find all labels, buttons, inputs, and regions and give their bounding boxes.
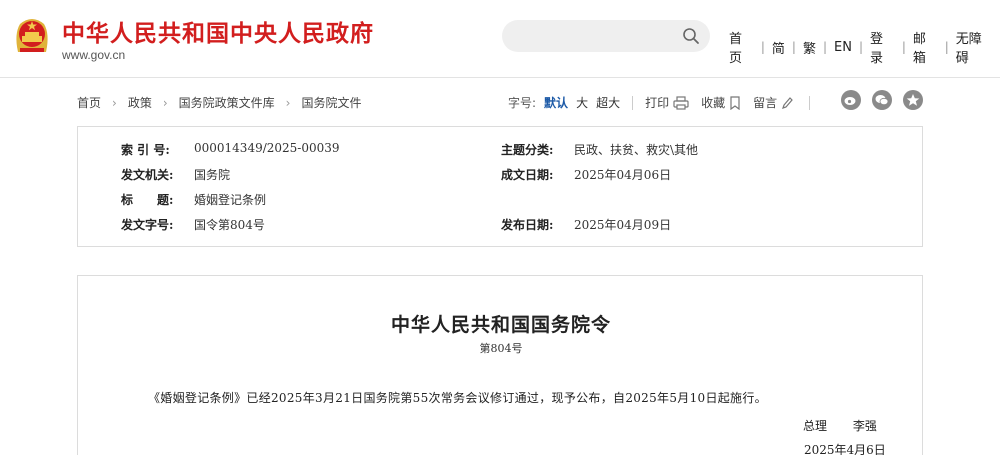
chevron-right-icon: › <box>285 95 291 110</box>
doc-number-value: 国令第804号 <box>194 218 265 232</box>
breadcrumb-policy-library[interactable]: 国务院政策文件库 <box>179 94 275 111</box>
category-label: 主题分类: <box>501 143 554 157</box>
font-size-large[interactable]: 大 <box>576 94 588 111</box>
pencil-icon <box>782 96 793 109</box>
site-header: 中华人民共和国中央人民政府 www.gov.cn 首页 | 简 | 繁 | EN… <box>0 0 1000 78</box>
written-date-value: 2025年04月06日 <box>574 168 672 182</box>
nav-mail[interactable]: 邮箱 <box>906 28 945 66</box>
breadcrumb-home[interactable]: 首页 <box>77 94 101 111</box>
search-icon[interactable] <box>682 27 700 45</box>
weibo-icon[interactable] <box>841 90 861 110</box>
signature-date: 2025年4月6日 <box>804 443 886 455</box>
printer-icon <box>673 95 689 110</box>
nav-english[interactable]: EN <box>827 40 859 55</box>
document-number: 第804号 <box>479 342 523 355</box>
index-label: 索 引 号: <box>121 143 170 157</box>
title-value: 婚姻登记条例 <box>194 193 267 207</box>
chevron-right-icon: › <box>162 95 168 110</box>
breadcrumb: 首页 › 政策 › 国务院政策文件库 › 国务院文件 <box>77 94 362 111</box>
nav-simplified[interactable]: 简 <box>765 38 792 57</box>
chevron-right-icon: › <box>112 95 117 110</box>
nav-login[interactable]: 登录 <box>863 28 902 66</box>
qzone-icon[interactable] <box>903 90 923 110</box>
breadcrumb-bar: 首页 › 政策 › 国务院政策文件库 › 国务院文件 字号: 默认 大 超大 打… <box>77 90 923 114</box>
signature-block: 总理 李强 <box>803 417 877 434</box>
nav-accessibility[interactable]: 无障碍 <box>949 28 1000 66</box>
nav-home[interactable]: 首页 <box>722 28 761 66</box>
share-buttons <box>830 90 923 110</box>
bookmark-icon <box>730 95 740 110</box>
doc-number-label: 发文字号: <box>121 218 174 232</box>
published-date-label: 发布日期: <box>501 218 554 232</box>
top-nav: 首页 | 简 | 繁 | EN | 登录 | 邮箱 | 无障碍 <box>722 28 1000 66</box>
wechat-icon[interactable] <box>872 90 892 110</box>
divider <box>632 95 634 110</box>
divider <box>809 95 811 110</box>
site-url: www.gov.cn <box>62 48 126 62</box>
national-emblem-icon[interactable] <box>12 12 52 56</box>
font-size-default[interactable]: 默认 <box>544 94 568 111</box>
metadata-row: 发文字号: 国令第804号 发布日期: 2025年04月09日 <box>78 216 924 240</box>
comment-button[interactable]: 留言 <box>753 94 793 111</box>
metadata-row: 发文机关: 国务院 成文日期: 2025年04月06日 <box>78 166 924 190</box>
metadata-row: 标 题: 婚姻登记条例 <box>78 191 924 215</box>
written-date-label: 成文日期: <box>501 168 554 182</box>
document-metadata: 索 引 号: 000014349/2025-00039 主题分类: 民政、扶贫、… <box>77 126 923 247</box>
metadata-row: 索 引 号: 000014349/2025-00039 主题分类: 民政、扶贫、… <box>78 141 924 165</box>
issuer-value: 国务院 <box>194 168 231 182</box>
document-title: 中华人民共和国国务院令 <box>390 314 611 336</box>
search-input[interactable] <box>502 20 710 52</box>
nav-traditional[interactable]: 繁 <box>796 38 823 57</box>
title-label: 标 题: <box>121 193 174 207</box>
font-size-label: 字号: <box>508 96 537 110</box>
document-body: 《婚姻登记条例》已经2025年3月21日国务院第55次常务会议修订通过，现予公布… <box>148 391 767 405</box>
breadcrumb-policy[interactable]: 政策 <box>128 94 152 111</box>
issuer-label: 发文机关: <box>121 168 174 182</box>
breadcrumb-state-council-docs[interactable]: 国务院文件 <box>301 94 361 111</box>
document-content: 中华人民共和国国务院令 第804号 《婚姻登记条例》已经2025年3月21日国务… <box>77 275 923 455</box>
signer-name: 李强 <box>852 419 877 433</box>
favorite-button[interactable]: 收藏 <box>701 94 741 111</box>
print-button[interactable]: 打印 <box>645 94 689 111</box>
comment-label: 留言 <box>753 96 778 110</box>
signer-role: 总理 <box>803 419 828 433</box>
print-label: 打印 <box>645 96 670 110</box>
index-value: 000014349/2025-00039 <box>194 141 340 155</box>
category-value: 民政、扶贫、救灾\其他 <box>574 143 699 157</box>
favorite-label: 收藏 <box>701 96 726 110</box>
font-size-xlarge[interactable]: 超大 <box>596 94 620 111</box>
page-tools: 字号: 默认 大 超大 打印 收藏 留言 <box>508 94 822 111</box>
site-title[interactable]: 中华人民共和国中央人民政府 <box>62 14 374 48</box>
published-date-value: 2025年04月09日 <box>574 218 672 232</box>
